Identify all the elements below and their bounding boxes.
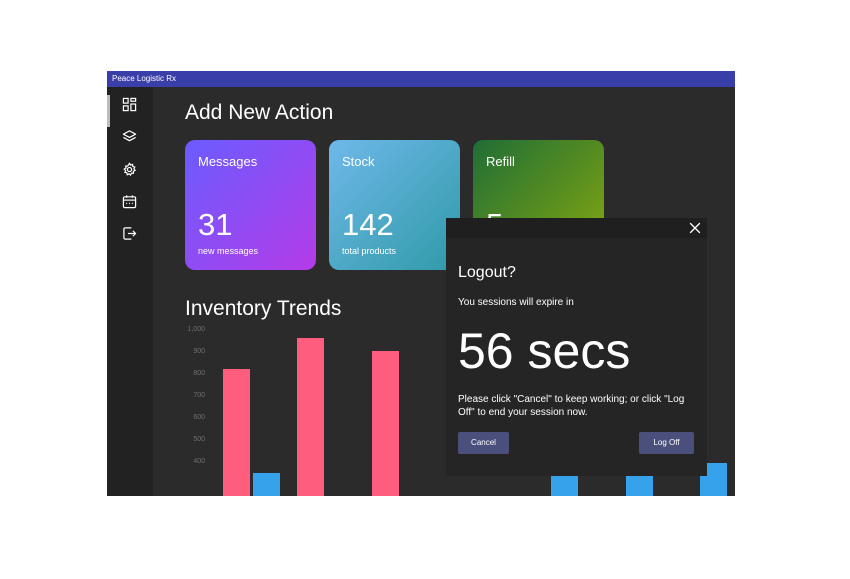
cancel-button[interactable]: Cancel — [458, 432, 509, 454]
card-value: 31 — [198, 207, 233, 242]
chart-bar — [223, 368, 250, 496]
chart-bar — [372, 350, 399, 496]
logout-icon[interactable] — [121, 225, 138, 242]
dialog-expire-text: You sessions will expire in — [458, 297, 574, 308]
active-indicator — [107, 95, 110, 127]
y-tick-label: 900 — [193, 348, 205, 355]
close-icon[interactable] — [687, 220, 703, 236]
sidebar — [107, 87, 153, 496]
window-title: Peace Logistic Rx — [107, 71, 735, 87]
card-subtitle: new messages — [198, 246, 259, 256]
logout-dialog: Logout? You sessions will expire in 56 s… — [446, 218, 707, 476]
y-tick-label: 700 — [193, 392, 205, 399]
calendar-icon[interactable] — [121, 193, 138, 210]
chart-heading: Inventory Trends — [185, 297, 342, 320]
y-tick-label: 1,000 — [187, 326, 205, 333]
y-tick-label: 800 — [193, 370, 205, 377]
card-title: Stock — [342, 154, 375, 169]
card-subtitle: total products — [342, 246, 397, 256]
dialog-message: Please click "Cancel" to keep working; o… — [458, 394, 685, 418]
chart-bar — [297, 337, 324, 496]
page-title: Add New Action — [185, 101, 334, 124]
y-tick-label: 400 — [193, 458, 205, 465]
chart-bar — [253, 473, 280, 496]
dialog-title: Logout? — [458, 264, 516, 281]
gear-icon[interactable] — [121, 161, 138, 178]
messages-card[interactable]: Messages 31 new messages — [185, 140, 316, 270]
countdown-timer: 56 secs — [458, 323, 631, 379]
card-value: 142 — [342, 207, 394, 242]
layers-icon[interactable] — [121, 128, 138, 145]
card-title: Refill — [486, 154, 515, 169]
y-tick-label: 600 — [193, 414, 205, 421]
dialog-header — [446, 218, 707, 238]
card-title: Messages — [198, 154, 258, 169]
log-off-button[interactable]: Log Off — [639, 432, 694, 454]
y-tick-label: 500 — [193, 436, 205, 443]
dashboard-icon[interactable] — [121, 96, 138, 113]
stock-card[interactable]: Stock 142 total products — [329, 140, 460, 270]
